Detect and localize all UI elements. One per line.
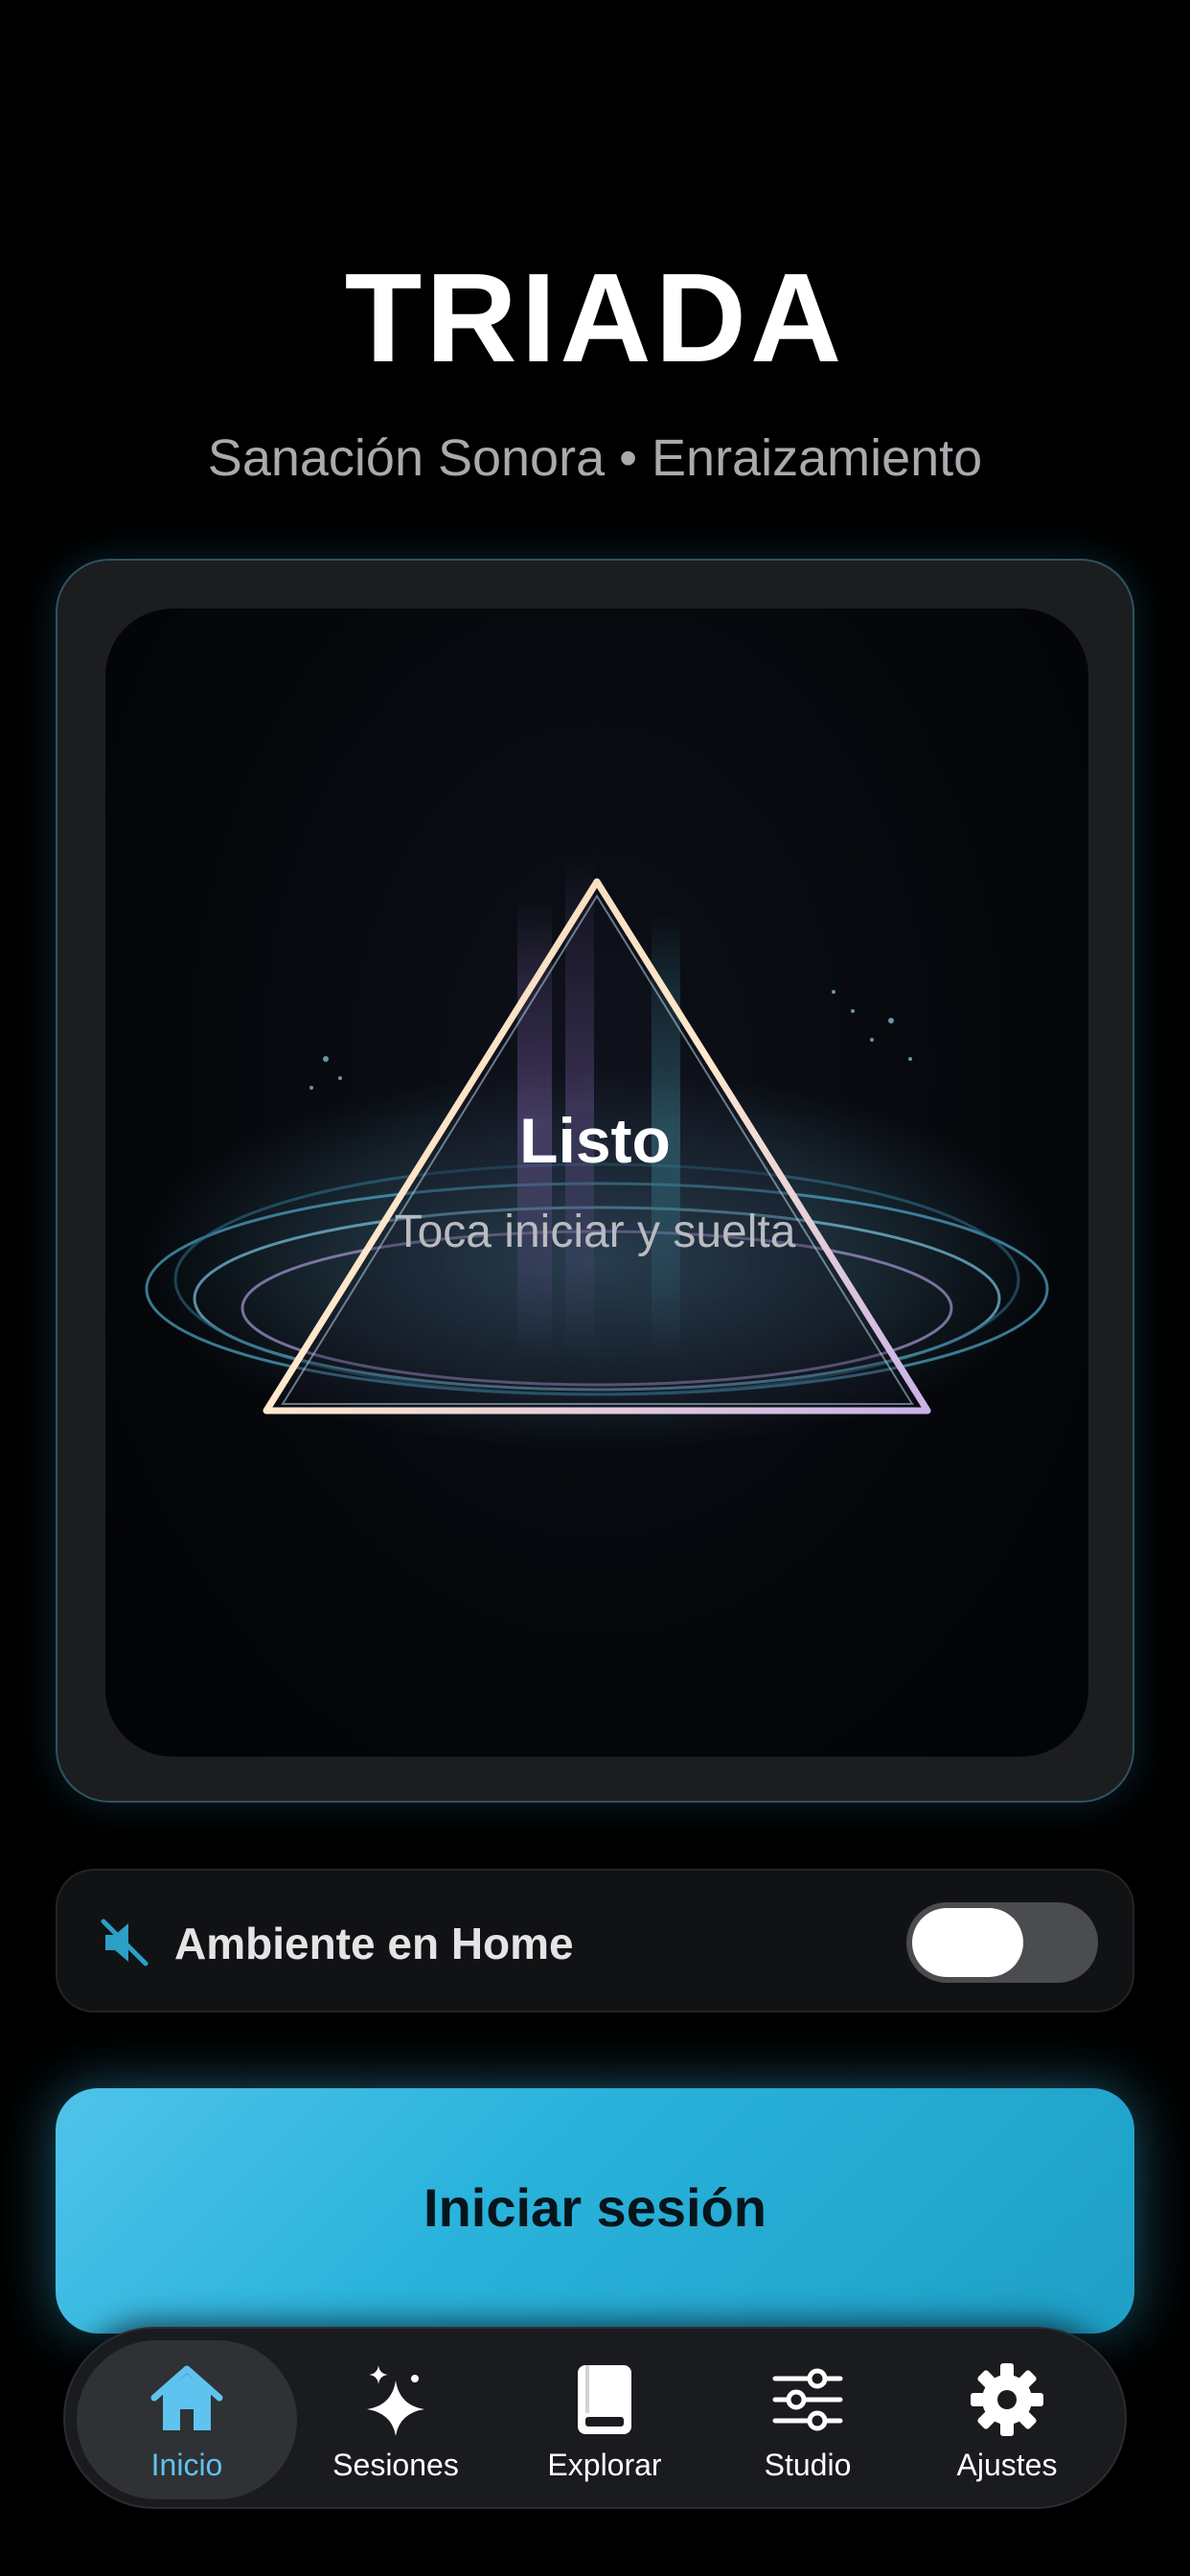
tab-label: Inicio xyxy=(150,2448,223,2482)
visualizer-card xyxy=(56,559,1134,1803)
tab-ajustes[interactable]: Ajustes xyxy=(897,2340,1117,2499)
toggle-knob xyxy=(912,1908,1023,1977)
book-icon xyxy=(566,2361,643,2438)
tab-label: Studio xyxy=(764,2448,852,2482)
start-session-button[interactable]: Iniciar sesión xyxy=(56,2088,1134,2334)
sparkles-icon xyxy=(357,2361,434,2438)
tab-bar: Inicio Sesiones Explorar Studio Ajustes xyxy=(63,2327,1127,2509)
tab-sesiones[interactable]: Sesiones xyxy=(286,2340,506,2499)
status-title: Listo xyxy=(519,1105,671,1176)
home-icon xyxy=(149,2361,225,2438)
sliders-icon xyxy=(769,2361,846,2438)
start-session-label: Iniciar sesión xyxy=(423,2177,767,2238)
gear-icon xyxy=(969,2361,1045,2438)
status-subtitle: Toca iniciar y suelta xyxy=(394,1207,796,1257)
tab-inicio[interactable]: Inicio xyxy=(77,2340,297,2499)
app-subtitle: Sanación Sonora • Enraizamiento xyxy=(207,429,983,487)
tab-explorar[interactable]: Explorar xyxy=(494,2340,715,2499)
ambient-home-toggle[interactable] xyxy=(906,1902,1098,1983)
app-title: TRIADA xyxy=(344,247,846,388)
tab-label: Sesiones xyxy=(332,2448,459,2482)
triangle-visualizer xyxy=(105,609,1088,1757)
ambient-home-label: Ambiente en Home xyxy=(174,1919,574,1968)
home-screen: TRIADA Sanación Sonora • Enraizamiento L… xyxy=(0,0,1190,2576)
speaker-muted-icon xyxy=(98,1916,151,1969)
tab-label: Ajustes xyxy=(956,2448,1058,2482)
ambient-home-row: Ambiente en Home xyxy=(56,1869,1134,2012)
tab-label: Explorar xyxy=(547,2448,662,2482)
tab-studio[interactable]: Studio xyxy=(698,2340,918,2499)
